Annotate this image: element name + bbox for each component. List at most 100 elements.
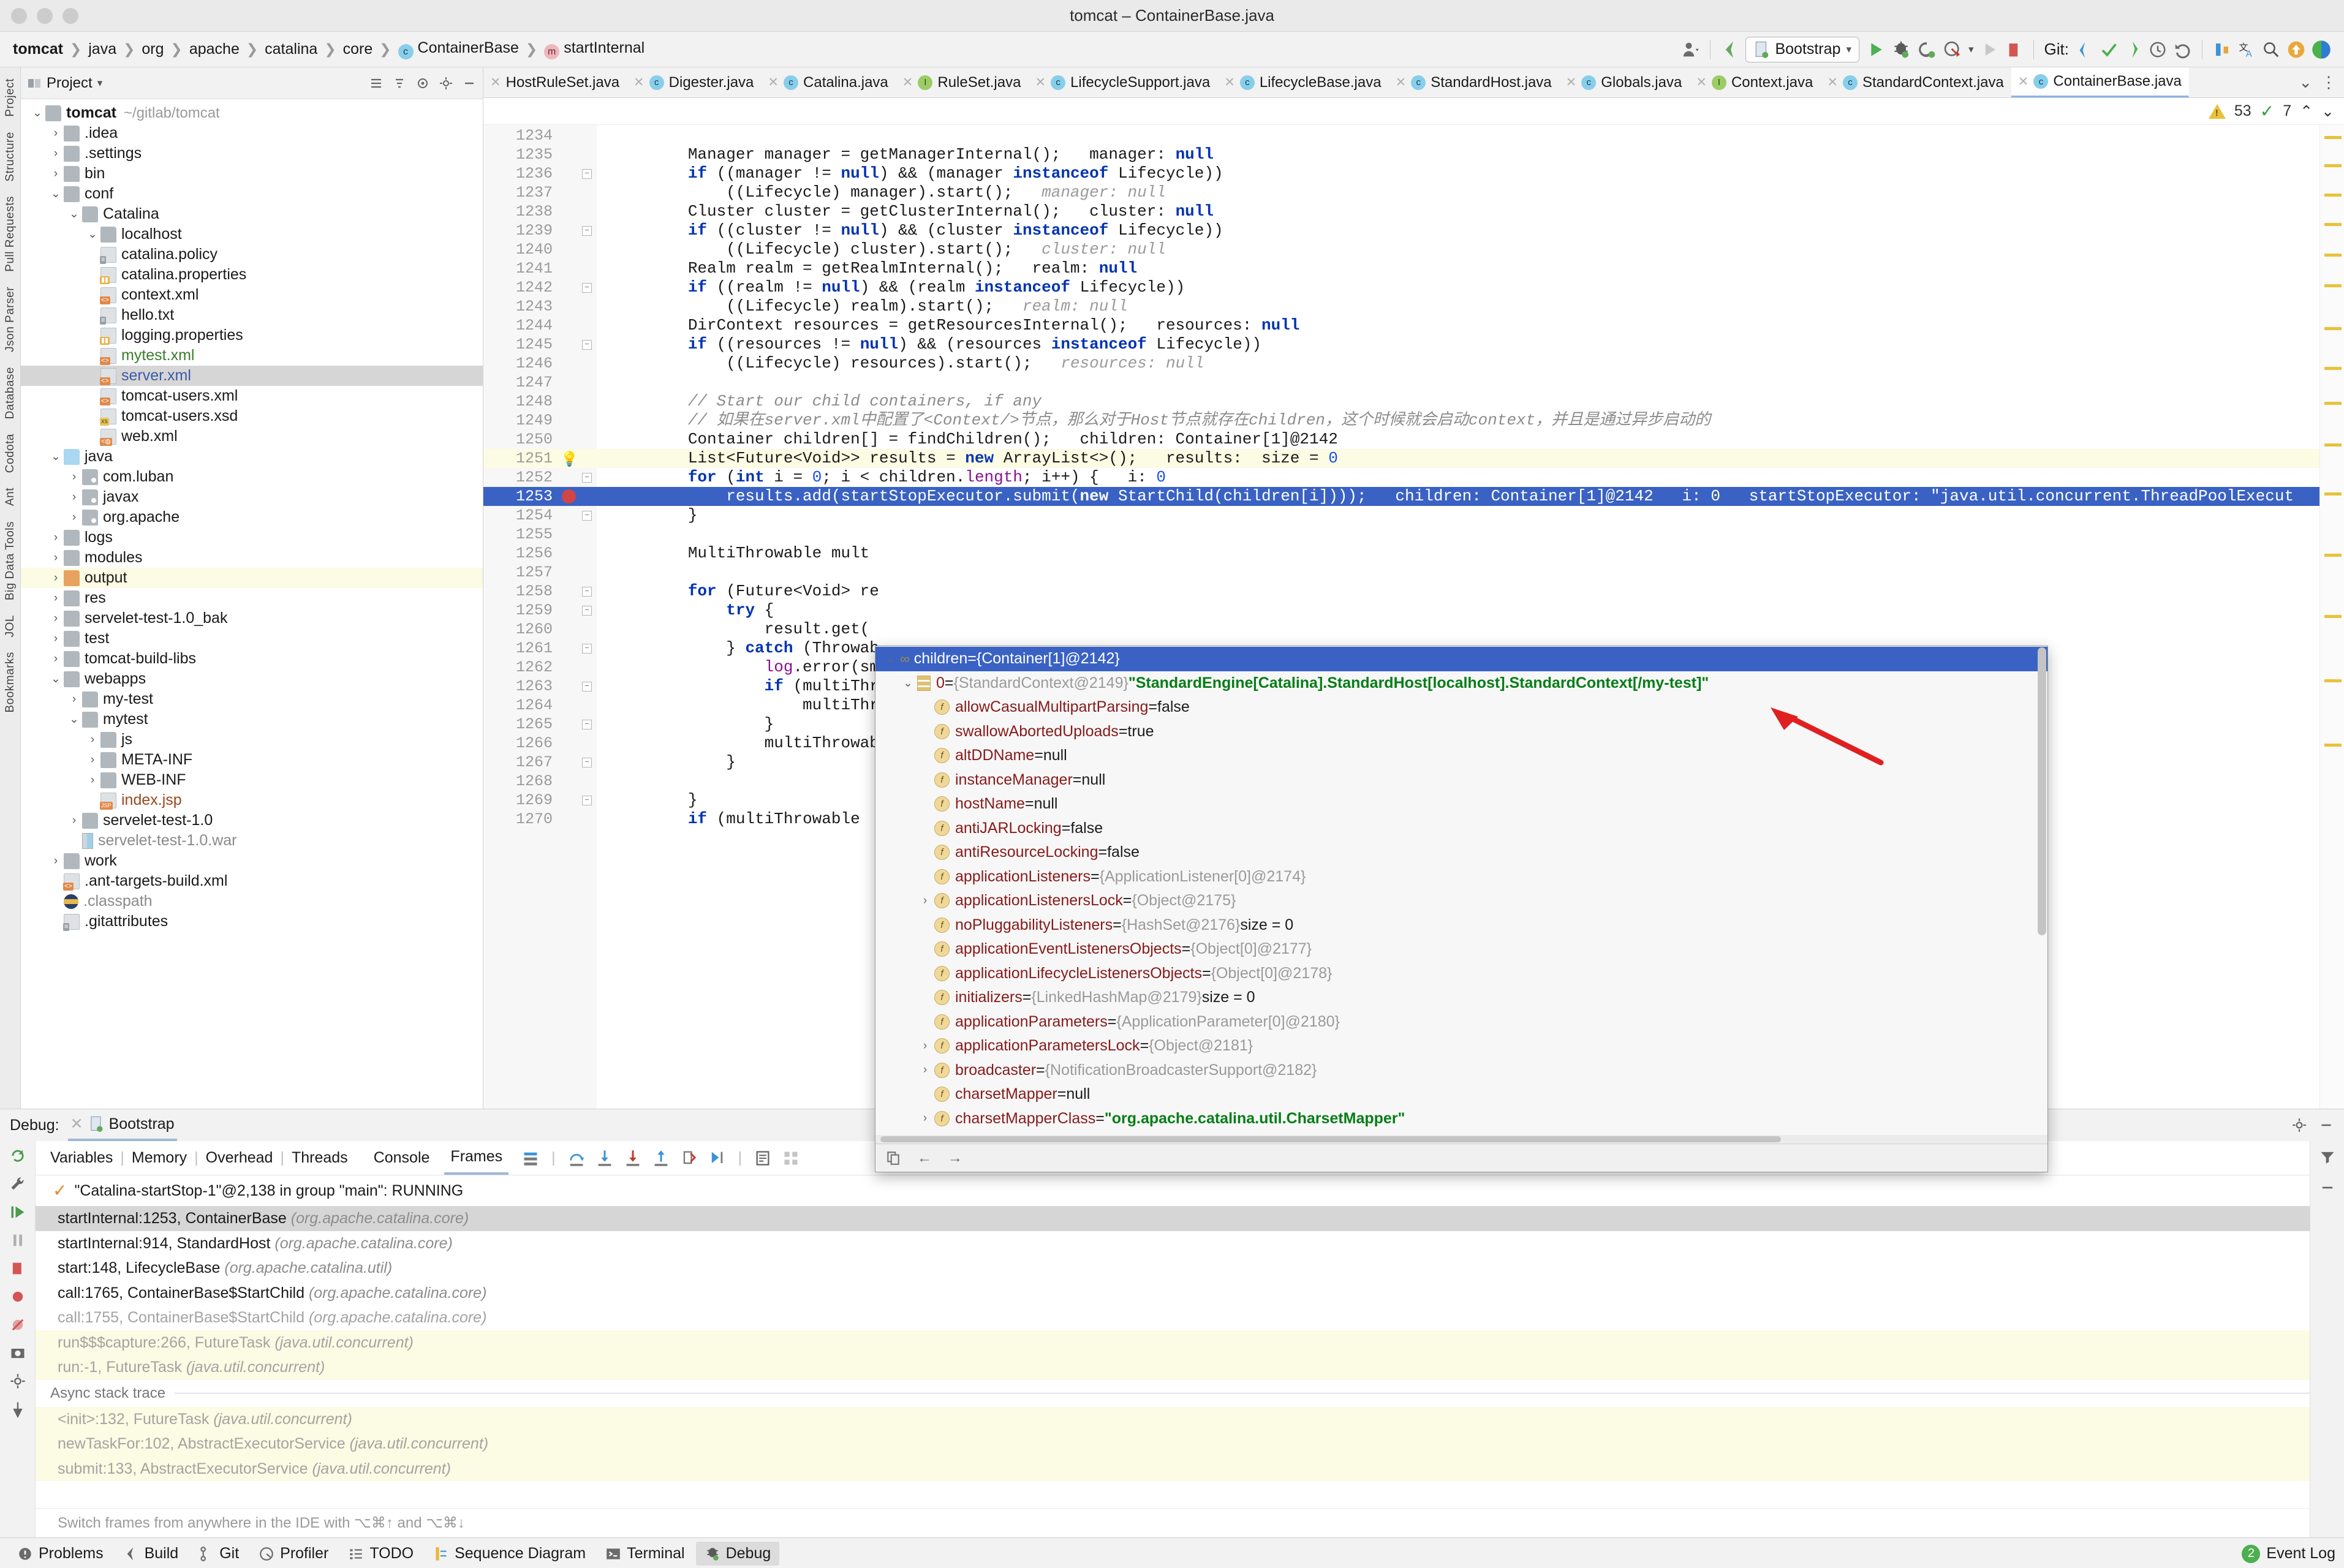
git-history-icon[interactable]	[2149, 40, 2167, 59]
line-number[interactable]: 1250	[483, 430, 597, 449]
close-window-button[interactable]	[11, 7, 27, 24]
tree-item[interactable]: server.xml	[21, 366, 483, 386]
chevron-down-icon[interactable]: ⌄	[48, 450, 64, 464]
tree-item[interactable]: › js	[21, 729, 483, 750]
editor-tab[interactable]: ✕ c StandardHost.java	[1389, 67, 1559, 97]
tool-strip-project[interactable]: Project	[4, 78, 17, 117]
chevron-down-icon[interactable]: ▾	[1968, 43, 1974, 56]
tree-item[interactable]: catalina.policy	[21, 244, 483, 265]
step-into-icon[interactable]	[596, 1149, 613, 1167]
tab-list-chevron-icon[interactable]: ⌄	[2299, 73, 2312, 92]
line-number[interactable]: 1240	[483, 240, 597, 259]
git-update-icon[interactable]	[2075, 40, 2093, 59]
close-tab-icon[interactable]: ✕	[490, 75, 501, 90]
project-tree[interactable]: ⌄ tomcat ~/gitlab/tomcat › .idea › .settings › b…	[21, 99, 483, 1109]
error-stripe-gutter[interactable]	[2319, 125, 2344, 1109]
debug-session-tab[interactable]: ✕ Bootstrap	[67, 1109, 177, 1141]
tree-item[interactable]: › WEB-INF	[21, 770, 483, 790]
tool-button-problems[interactable]: Problems	[9, 1542, 112, 1566]
code-fold-icon[interactable]: −	[582, 606, 592, 616]
close-icon[interactable]: ✕	[70, 1115, 83, 1133]
mute-breakpoints-icon[interactable]	[9, 1316, 26, 1333]
close-tab-icon[interactable]: ✕	[1035, 75, 1046, 90]
line-number[interactable]: 1239−	[483, 221, 597, 240]
editor-tab[interactable]: ✕ c LifecycleSupport.java	[1028, 67, 1217, 97]
tree-item[interactable]: mytest.xml	[21, 345, 483, 366]
code-fold-icon[interactable]: −	[582, 226, 592, 236]
chevron-down-icon[interactable]: ⌄	[66, 712, 82, 726]
popup-tree-row[interactable]: ⌄ 0 = {StandardContext@2149} "StandardEng…	[875, 671, 2047, 696]
settings-wrench-icon[interactable]	[9, 1175, 26, 1193]
breadcrumb-item-tomcat[interactable]: tomcat	[9, 39, 67, 60]
chevron-down-icon[interactable]: ⌄	[85, 227, 100, 241]
popup-tree-row[interactable]: › f applicationListenersLock = {Object@217…	[875, 889, 2047, 913]
chevron-right-icon[interactable]: ›	[48, 612, 64, 625]
chevron-right-icon[interactable]: ›	[48, 551, 64, 565]
chevron-down-icon[interactable]: ⌄	[899, 676, 917, 690]
tree-item[interactable]: › servelet-test-1.0_bak	[21, 608, 483, 628]
force-step-into-icon[interactable]	[624, 1149, 641, 1167]
settings-icon[interactable]	[2312, 40, 2331, 59]
run-icon[interactable]	[1866, 40, 1885, 59]
close-tab-icon[interactable]: ✕	[2018, 74, 2029, 89]
line-number[interactable]: 1242−	[483, 278, 597, 297]
chevron-right-icon[interactable]: ›	[48, 632, 64, 646]
line-number[interactable]: 1254−	[483, 506, 597, 525]
close-tab-icon[interactable]: ✕	[1224, 75, 1235, 90]
tree-item[interactable]: ⌄ java	[21, 447, 483, 467]
search-icon[interactable]	[2262, 40, 2280, 59]
tool-strip-json-parser[interactable]: Json Parser	[4, 287, 17, 352]
tree-item[interactable]: ⌄ conf	[21, 184, 483, 204]
tree-item[interactable]: catalina.properties	[21, 265, 483, 285]
pause-program-icon[interactable]	[9, 1232, 26, 1249]
tree-item[interactable]: tomcat-users.xml	[21, 386, 483, 406]
code-line[interactable]	[597, 525, 2319, 544]
chevron-right-icon[interactable]: ›	[66, 693, 82, 706]
stack-frame-row[interactable]: <init>:132, FutureTask (java.util.concur…	[36, 1406, 2310, 1431]
chevron-right-icon[interactable]: ›	[48, 531, 64, 545]
tool-strip-big-data-tools[interactable]: Big Data Tools	[4, 521, 17, 600]
tool-button-build[interactable]: Build	[115, 1542, 187, 1566]
popup-tree-row[interactable]: fconfigFile = null	[875, 1131, 2047, 1135]
tool-button-terminal[interactable]: Terminal	[597, 1542, 693, 1566]
tab-variables[interactable]: Variables	[44, 1141, 119, 1175]
popup-tree[interactable]: ⌄ ∞ children = {Container[1]@2142} ⌄ 0 = {St…	[875, 646, 2047, 1135]
code-line[interactable]: if ((manager != null) && (manager instan…	[597, 164, 2319, 183]
editor-tab[interactable]: ✕ c LifecycleBase.java	[1217, 67, 1388, 97]
back-arrow-icon[interactable]	[1721, 39, 1739, 60]
breadcrumb-item-startinternal[interactable]: m startInternal	[540, 37, 649, 62]
line-number[interactable]: 1257	[483, 563, 597, 582]
tree-item[interactable]: hello.txt	[21, 305, 483, 325]
gear-icon[interactable]	[9, 1373, 26, 1390]
tree-item[interactable]: context.xml	[21, 285, 483, 305]
intention-bulb-icon[interactable]: 💡	[561, 451, 578, 470]
line-number[interactable]: 1253	[483, 487, 597, 506]
line-number[interactable]: 1237	[483, 183, 597, 202]
code-fold-icon[interactable]: −	[582, 644, 592, 654]
code-line[interactable]: List<Future<Void>> results = new ArrayLi…	[597, 449, 2319, 468]
next-problem-icon[interactable]: ⌄	[2321, 102, 2334, 121]
tool-button-sequence-diagram[interactable]: Sequence Diagram	[425, 1542, 594, 1566]
stack-frame-row[interactable]: call:1755, ContainerBase$StartChild (org…	[36, 1305, 2310, 1330]
tab-overhead[interactable]: Overhead	[200, 1141, 279, 1175]
tree-item[interactable]: ⌄ webapps	[21, 669, 483, 689]
code-line[interactable]: for (Future<Void> re	[597, 582, 2319, 601]
tree-item[interactable]: ⌄ Catalina	[21, 204, 483, 224]
tree-item[interactable]: › bin	[21, 164, 483, 184]
stack-frame-row[interactable]: call:1765, ContainerBase$StartChild (org…	[36, 1281, 2310, 1306]
tree-item[interactable]: › work	[21, 851, 483, 871]
chevron-right-icon[interactable]: ›	[85, 753, 100, 767]
code-line[interactable]: result.get(	[597, 620, 2319, 639]
line-number[interactable]: 1270	[483, 810, 597, 829]
line-number[interactable]: 1236−	[483, 164, 597, 183]
thread-row[interactable]: ✓ "Catalina-startStop-1"@2,138 in group "…	[36, 1175, 2310, 1206]
line-number[interactable]: 1241	[483, 259, 597, 278]
popup-tree-row[interactable]: f applicationEventListenersObjects = {Obj…	[875, 937, 2047, 962]
tool-strip-structure[interactable]: Structure	[4, 132, 17, 182]
popup-tree-row[interactable]: f allowCasualMultipartParsing = false	[875, 695, 2047, 720]
code-line[interactable]: results.add(startStopExecutor.submit(new…	[597, 487, 2319, 506]
popup-tree-row[interactable]: f instanceManager = null	[875, 768, 2047, 793]
stack-frame-row[interactable]: run$$$capture:266, FutureTask (java.util…	[36, 1330, 2310, 1355]
view-breakpoints-icon[interactable]	[9, 1288, 26, 1305]
line-number[interactable]: 1269−	[483, 791, 597, 810]
